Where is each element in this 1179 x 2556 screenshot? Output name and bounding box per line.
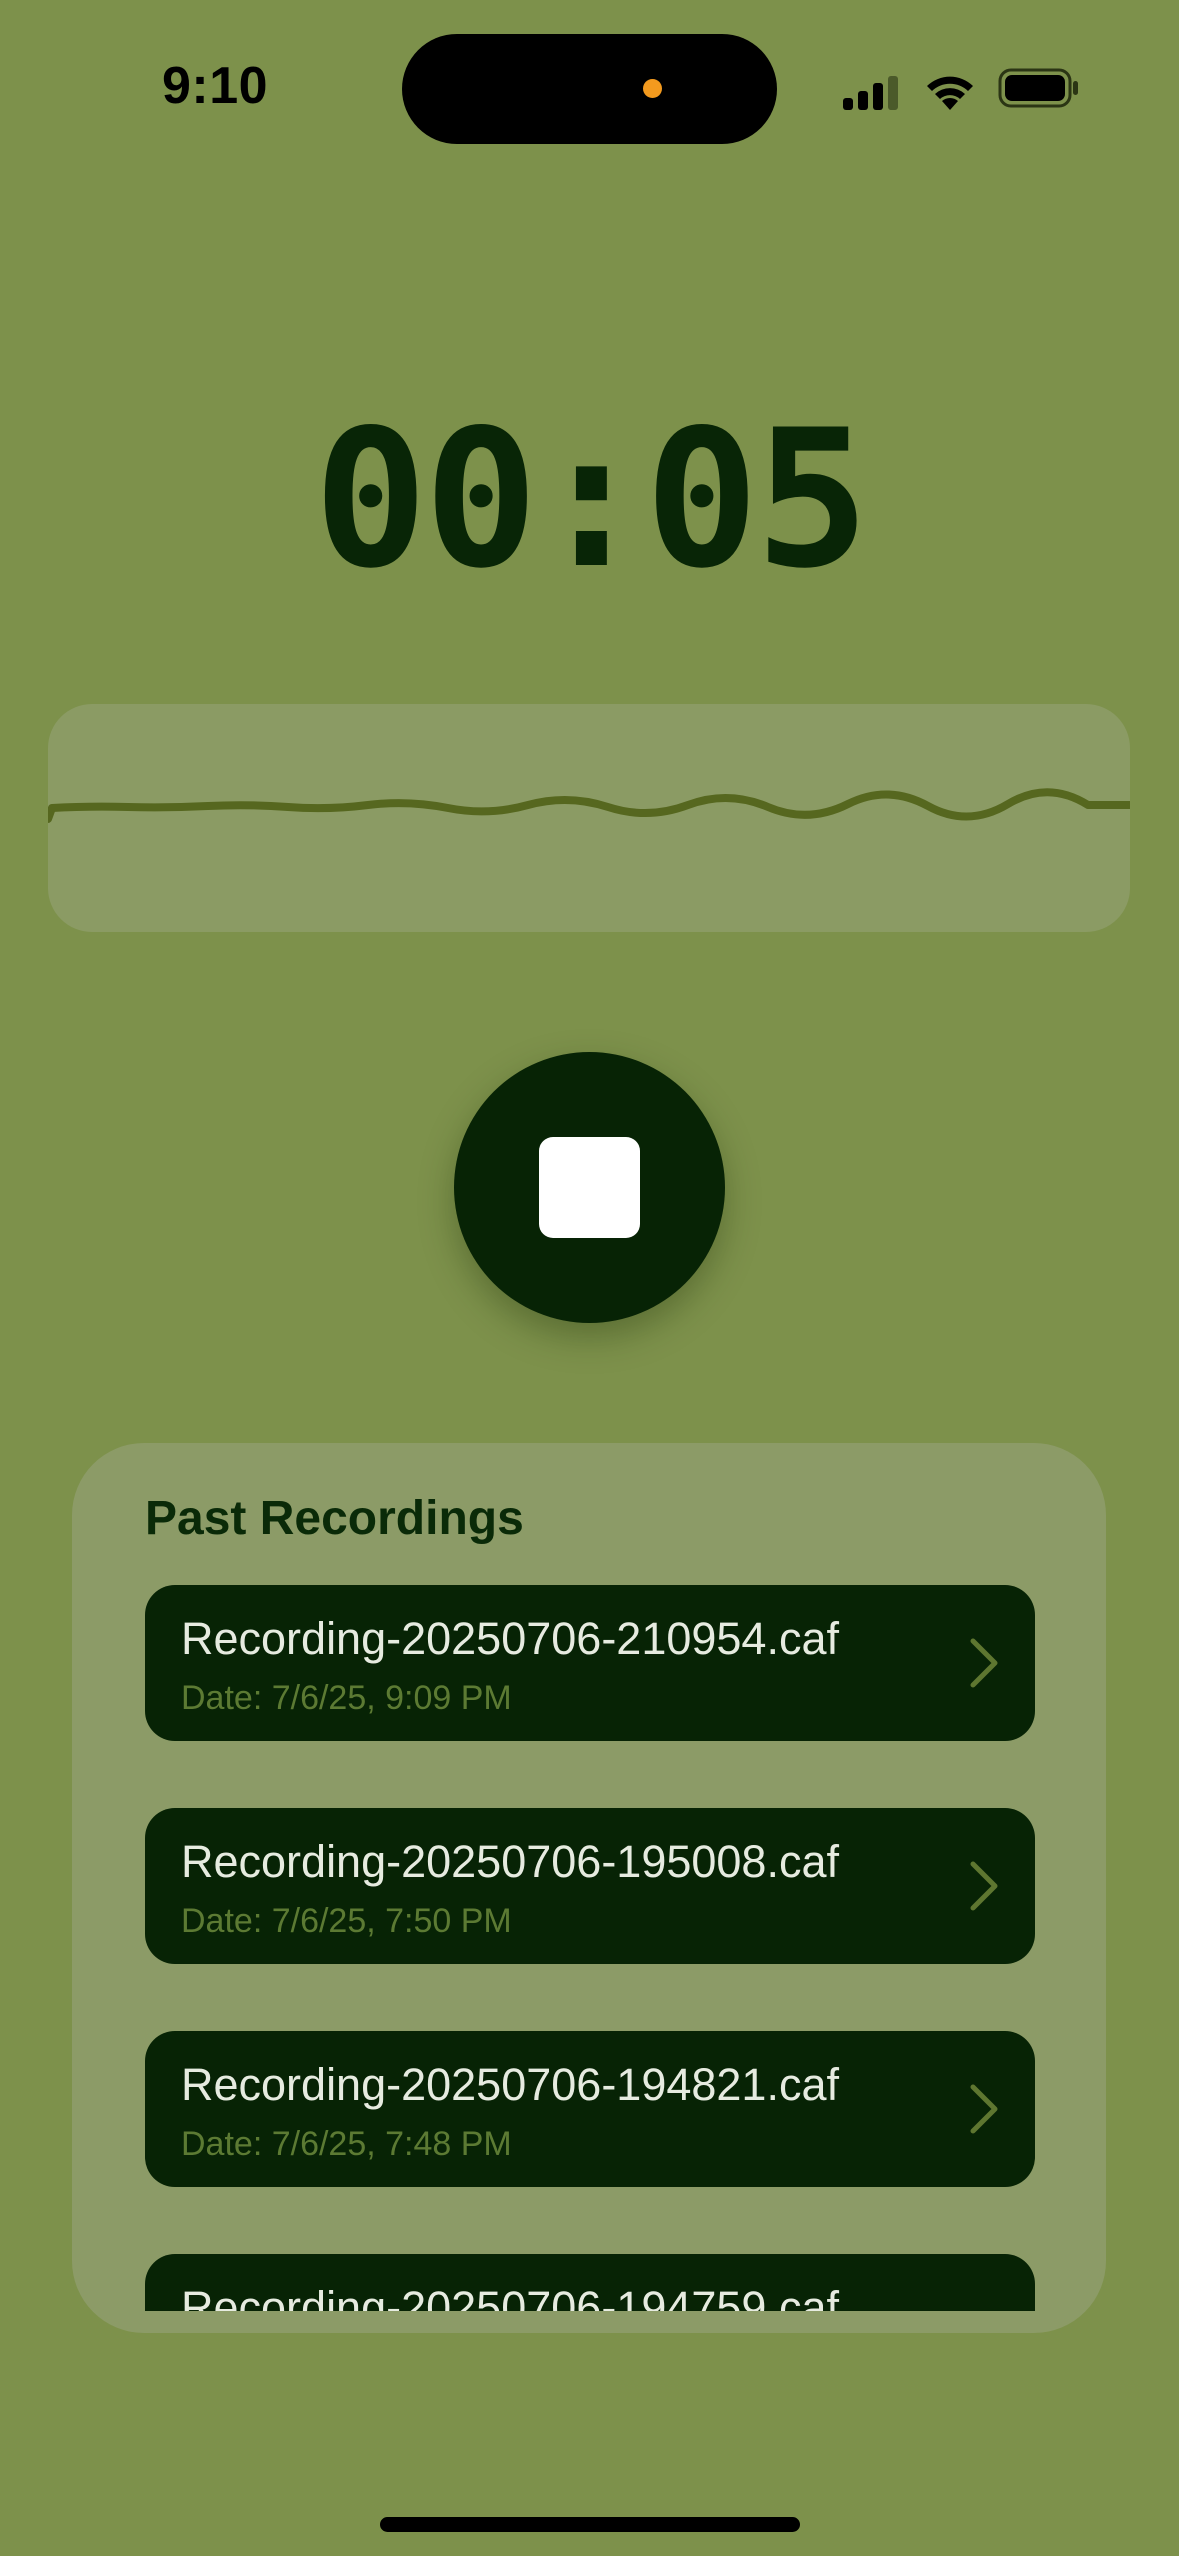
- stop-recording-button[interactable]: [454, 1052, 725, 1323]
- recording-row[interactable]: Recording-20250706-210954.caf Date: 7/6/…: [145, 1585, 1035, 1741]
- past-recordings-title: Past Recordings: [145, 1492, 524, 1545]
- recording-filename: Recording-20250706-194759.caf: [181, 2282, 839, 2311]
- cellular-signal-icon: [843, 76, 898, 110]
- stop-icon: [539, 1137, 640, 1238]
- dynamic-island: [402, 34, 777, 144]
- recording-row[interactable]: Recording-20250706-195008.caf Date: 7/6/…: [145, 1808, 1035, 1964]
- chevron-right-icon: [970, 1861, 998, 1911]
- status-time: 9:10: [162, 57, 269, 115]
- recording-row[interactable]: Recording-20250706-194759.caf: [145, 2254, 1035, 2311]
- recording-indicator-dot: [643, 79, 662, 98]
- elapsed-timer: 00:05: [313, 389, 870, 610]
- recording-date: Date: 7/6/25, 7:50 PM: [181, 1902, 512, 1940]
- recording-date: Date: 7/6/25, 9:09 PM: [181, 1679, 512, 1717]
- recording-filename: Recording-20250706-210954.caf: [181, 1613, 839, 1664]
- recording-filename: Recording-20250706-195008.caf: [181, 1836, 839, 1887]
- chevron-right-icon: [970, 1638, 998, 1688]
- recording-row[interactable]: Recording-20250706-194821.caf Date: 7/6/…: [145, 2031, 1035, 2187]
- wifi-icon: [927, 76, 973, 110]
- waveform-panel: [48, 704, 1130, 932]
- audio-waveform: [48, 788, 1130, 823]
- recording-date: Date: 7/6/25, 7:48 PM: [181, 2125, 512, 2163]
- past-recordings-card: Past Recordings Recording-20250706-21095…: [72, 1443, 1106, 2333]
- recording-filename: Recording-20250706-194821.caf: [181, 2059, 839, 2110]
- chevron-right-icon: [970, 2084, 998, 2134]
- home-indicator[interactable]: [380, 2517, 800, 2532]
- battery-icon: [998, 68, 1078, 108]
- recordings-list[interactable]: Recording-20250706-210954.caf Date: 7/6/…: [145, 1585, 1035, 2311]
